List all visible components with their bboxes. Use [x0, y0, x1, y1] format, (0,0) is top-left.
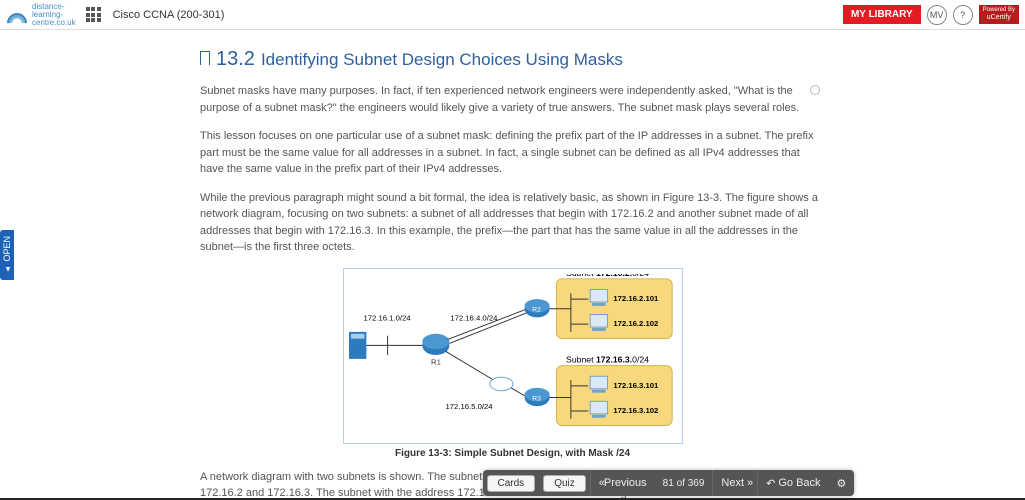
page-navigation: Cards Quiz « Previous 81 of 369 Next » ↶… [483, 470, 855, 496]
user-avatar[interactable]: MV [927, 5, 947, 25]
apps-grid-icon[interactable] [86, 7, 101, 22]
vendor-badge[interactable]: Powered By uCertify [979, 5, 1019, 23]
next-label: Next [721, 477, 744, 489]
router-label-r3: R3 [532, 395, 541, 402]
paragraph: Subnet masks have many purposes. In fact… [200, 83, 825, 116]
help-button[interactable]: ? [953, 5, 973, 25]
svg-text:Subnet 172.16.3.0/24: Subnet 172.16.3.0/24 [566, 354, 649, 364]
bookmark-icon[interactable] [200, 51, 210, 65]
paragraph: While the previous paragraph might sound… [200, 190, 825, 256]
app-header: distance- learning- centre.co.uk Cisco C… [0, 0, 1025, 30]
figure-caption: Figure 13-3: Simple Subnet Design, with … [200, 448, 825, 459]
router-label-r2: R2 [532, 306, 541, 313]
previous-button[interactable]: « Previous [590, 470, 655, 496]
gear-icon: ⚙ [837, 478, 847, 490]
page-of: of [677, 478, 685, 489]
subnet-a-bold: 172.16.2. [595, 274, 631, 278]
vendor-name: uCertify [987, 14, 1011, 21]
section-number: 13.2 [216, 48, 255, 71]
lesson-content: 13.2 Identifying Subnet Design Choices U… [0, 30, 1025, 498]
page-total: 369 [688, 478, 705, 489]
router-label-r1: R1 [431, 357, 441, 366]
network-diagram-figure: 172.16.1.0/24 R1 172.16.4.0/24 172.16.5.… [343, 268, 683, 444]
next-button[interactable]: Next » [712, 470, 757, 496]
chevron-double-left-icon: « [599, 477, 601, 489]
go-back-label: Go Back [778, 477, 820, 489]
powered-by-label: Powered By [983, 7, 1015, 14]
section-progress-indicator[interactable] [810, 85, 820, 95]
pc-b1-label: 172.16.3.101 [613, 380, 659, 389]
svg-text:Subnet 172.16.2.0/24: Subnet 172.16.2.0/24 [566, 274, 649, 278]
subnet-a-suffix: 0/24 [632, 274, 649, 278]
my-library-button[interactable]: MY LIBRARY [843, 5, 921, 24]
pc-a2-label: 172.16.2.102 [613, 319, 658, 328]
brand-logo[interactable]: distance- learning- centre.co.uk [6, 3, 76, 27]
section-title: Identifying Subnet Design Choices Using … [261, 50, 623, 70]
cards-button[interactable]: Cards [487, 475, 536, 492]
subnet-b-suffix: 0/24 [632, 354, 649, 364]
chevron-double-right-icon: » [747, 477, 749, 489]
network-diagram-svg: 172.16.1.0/24 R1 172.16.4.0/24 172.16.5.… [349, 274, 677, 438]
brand-text: distance- learning- centre.co.uk [32, 3, 76, 27]
settings-button[interactable]: ⚙ [829, 477, 855, 490]
label-link-r1r3: 172.16.5.0/24 [445, 402, 493, 411]
section-heading: 13.2 Identifying Subnet Design Choices U… [200, 48, 825, 71]
page-current: 81 [663, 478, 674, 489]
label-server-net: 172.16.1.0/24 [363, 313, 411, 322]
go-back-button[interactable]: ↶ Go Back [757, 470, 828, 496]
pc-a1-label: 172.16.2.101 [613, 294, 659, 303]
subnet-b-prefix: Subnet [566, 354, 596, 364]
pc-b2-label: 172.16.3.102 [613, 405, 658, 414]
paragraph: This lesson focuses on one particular us… [200, 128, 825, 178]
subnet-b-bold: 172.16.3. [595, 354, 631, 364]
label-link-r1r2: 172.16.4.0/24 [450, 313, 498, 322]
course-title: Cisco CCNA (200-301) [113, 9, 225, 21]
quiz-button[interactable]: Quiz [543, 475, 586, 492]
subnet-a-prefix: Subnet [566, 274, 596, 278]
page-indicator: 81 of 369 [655, 478, 713, 489]
previous-label: Previous [604, 477, 647, 489]
brand-text-line: centre.co.uk [32, 19, 76, 27]
rainbow-icon [6, 5, 28, 25]
header-right: MY LIBRARY MV ? Powered By uCertify [843, 5, 1019, 25]
return-arrow-icon: ↶ [766, 477, 775, 490]
